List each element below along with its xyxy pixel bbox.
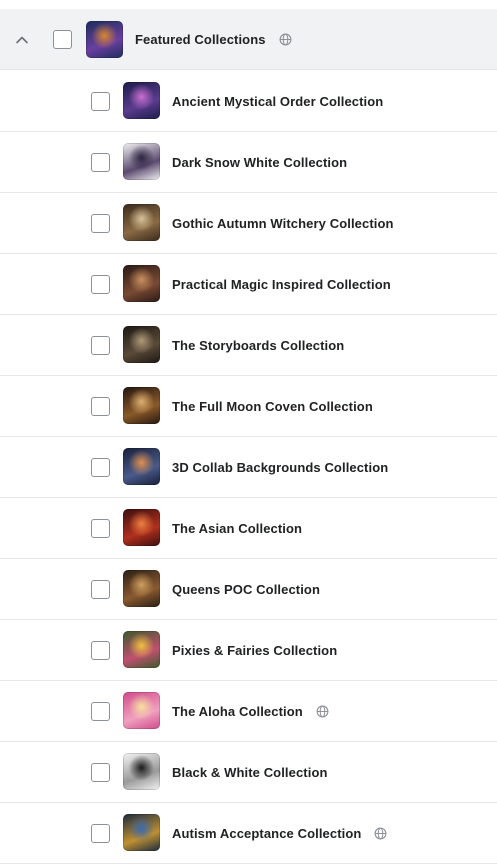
collection-row[interactable]: Autism Acceptance Collection (0, 803, 497, 864)
collection-label: Black & White Collection (172, 765, 328, 780)
collection-thumbnail (123, 814, 160, 851)
collection-thumbnail (123, 387, 160, 424)
collection-row[interactable]: Pixies & Fairies Collection (0, 620, 497, 681)
collection-checkbox[interactable] (91, 580, 110, 599)
collection-label: Ancient Mystical Order Collection (172, 94, 384, 109)
parent-collection-label: Featured Collections (135, 32, 266, 47)
collection-thumbnail (123, 204, 160, 241)
collection-row[interactable]: Practical Magic Inspired Collection (0, 254, 497, 315)
collection-thumbnail (123, 753, 160, 790)
collection-checkbox[interactable] (91, 92, 110, 111)
collection-checkbox[interactable] (91, 336, 110, 355)
collection-checkbox[interactable] (91, 458, 110, 477)
parent-thumbnail (86, 21, 123, 58)
select-all-checkbox[interactable] (53, 30, 72, 49)
collection-label: Gothic Autumn Witchery Collection (172, 216, 394, 231)
globe-icon (316, 705, 329, 718)
collection-row[interactable]: The Asian Collection (0, 498, 497, 559)
collection-label: Autism Acceptance Collection (172, 826, 362, 841)
chevron-up-icon[interactable] (12, 30, 32, 50)
collection-checkbox[interactable] (91, 763, 110, 782)
collection-label: Practical Magic Inspired Collection (172, 277, 391, 292)
top-strip (0, 0, 497, 9)
collection-label: The Aloha Collection (172, 704, 303, 719)
collection-label: Dark Snow White Collection (172, 155, 348, 170)
collection-thumbnail (123, 448, 160, 485)
collection-thumbnail (123, 82, 160, 119)
collection-thumbnail (123, 265, 160, 302)
collection-checkbox[interactable] (91, 519, 110, 538)
collection-checkbox[interactable] (91, 641, 110, 660)
collection-checkbox[interactable] (91, 275, 110, 294)
collection-checkbox[interactable] (91, 824, 110, 843)
collection-label: The Asian Collection (172, 521, 303, 536)
collection-checkbox[interactable] (91, 214, 110, 233)
collection-row[interactable]: The Aloha Collection (0, 681, 497, 742)
collection-row[interactable]: Queens POC Collection (0, 559, 497, 620)
collection-thumbnail (123, 631, 160, 668)
collection-checkbox[interactable] (91, 153, 110, 172)
globe-icon (374, 827, 387, 840)
collection-thumbnail (123, 143, 160, 180)
globe-icon (279, 33, 292, 46)
collection-row[interactable]: Gothic Autumn Witchery Collection (0, 193, 497, 254)
collection-label: Pixies & Fairies Collection (172, 643, 338, 658)
collection-label: Queens POC Collection (172, 582, 321, 597)
collection-checkbox[interactable] (91, 702, 110, 721)
collection-row[interactable]: The Full Moon Coven Collection (0, 376, 497, 437)
collection-row[interactable]: 3D Collab Backgrounds Collection (0, 437, 497, 498)
collection-row[interactable]: The Storyboards Collection (0, 315, 497, 376)
collection-label: 3D Collab Backgrounds Collection (172, 460, 389, 475)
collection-thumbnail (123, 509, 160, 546)
collection-row[interactable]: Dark Snow White Collection (0, 132, 497, 193)
parent-collection-row[interactable]: Featured Collections (0, 9, 497, 70)
collection-thumbnail (123, 692, 160, 729)
collection-row[interactable]: Black & White Collection (0, 742, 497, 803)
collection-label: The Storyboards Collection (172, 338, 345, 353)
collection-checkbox[interactable] (91, 397, 110, 416)
collection-row[interactable]: Ancient Mystical Order Collection (0, 71, 497, 132)
collection-thumbnail (123, 326, 160, 363)
collection-thumbnail (123, 570, 160, 607)
collection-label: The Full Moon Coven Collection (172, 399, 373, 414)
